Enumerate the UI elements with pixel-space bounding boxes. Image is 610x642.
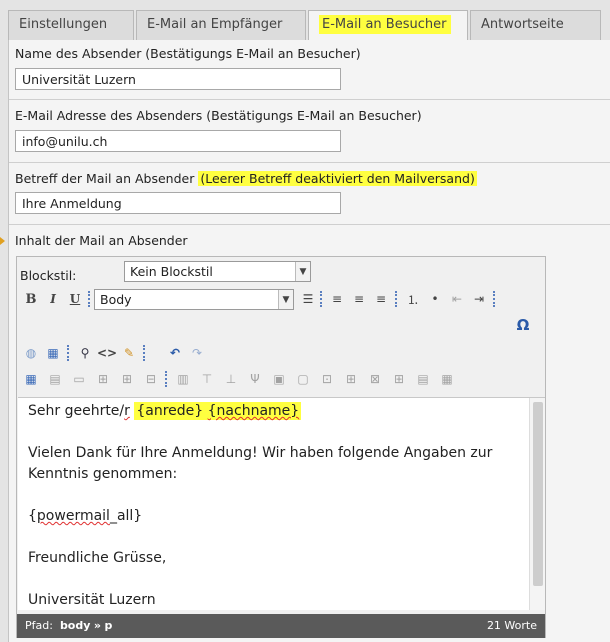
section-subject: Betreff der Mail an Absender (Leerer Bet… (9, 163, 610, 225)
align-left-icon[interactable]: ≡ (327, 289, 347, 309)
underline-button[interactable]: U (65, 289, 85, 309)
subject-label: Betreff der Mail an Absender (Leerer Bet… (15, 171, 477, 186)
unordered-list-icon[interactable]: • (425, 289, 445, 309)
column-icon[interactable]: ▥ (173, 369, 193, 389)
section-sender-name: Name des Absender (Bestätigungs E-Mail a… (9, 40, 610, 100)
editor-line-powermail: {powermail_all} (28, 508, 143, 524)
subject-input[interactable] (15, 192, 341, 214)
tab-email-empfaenger[interactable]: E-Mail an Empfänger (136, 10, 306, 40)
toolbar-row-tools: ◍ ▦ ⚲ <> ✎ ↶ ↷ (17, 341, 545, 367)
row-below-icon[interactable]: ⊞ (117, 369, 137, 389)
cell-merge-icon[interactable]: ▢ (293, 369, 313, 389)
sender-email-label: E-Mail Adresse des Absenders (Bestätigun… (15, 108, 422, 123)
row-delete-icon[interactable]: ⊟ (141, 369, 161, 389)
editor-line-greeting: Sehr geehrte/r {anrede} {nachname} (28, 402, 302, 420)
table-restyle-icon[interactable]: ▦ (437, 369, 457, 389)
cell-merge-down-icon[interactable]: ▤ (413, 369, 433, 389)
source-code-icon[interactable]: <> (97, 343, 117, 363)
body-label: Inhalt der Mail an Absender (15, 233, 188, 248)
sender-name-label: Name des Absender (Bestätigungs E-Mail a… (15, 46, 361, 61)
row-marker-icon (0, 237, 5, 245)
chevron-down-icon: ▼ (278, 290, 293, 309)
sender-email-input[interactable] (15, 130, 341, 152)
section-sender-email: E-Mail Adresse des Absenders (Bestätigun… (9, 100, 610, 163)
sender-name-input[interactable] (15, 68, 341, 90)
rich-text-editor: Blockstil: Kein Blockstil ▼ B I U Body ▼ ☰… (16, 256, 546, 638)
italic-button[interactable]: I (43, 289, 63, 309)
link-icon[interactable]: ◍ (21, 343, 41, 363)
ordered-list-icon[interactable]: ⒈ (403, 289, 423, 309)
column-insert-icon[interactable]: ⊤ (197, 369, 217, 389)
format-select[interactable]: Body ▼ (94, 289, 294, 310)
special-char-icon[interactable]: Ω (513, 315, 533, 335)
editor-line-closing: Freundliche Grüsse, (28, 550, 167, 566)
cell-icon[interactable]: ▣ (269, 369, 289, 389)
clean-format-icon[interactable]: ✎ (119, 343, 139, 363)
row-insert-icon[interactable]: ▭ (69, 369, 89, 389)
toolbar-row-format: B I U Body ▼ ☰ ≡ ≡ ≡ ⒈ • ⇤ ⇥ (17, 287, 545, 313)
tab-einstellungen[interactable]: Einstellungen (8, 10, 134, 40)
undo-icon[interactable]: ↶ (165, 343, 185, 363)
align-center-icon[interactable]: ≡ (349, 289, 369, 309)
toolbar-separator (165, 371, 168, 387)
column-split-icon[interactable]: Ψ (245, 369, 265, 389)
editor-content[interactable]: Sehr geehrte/r {anrede} {nachname} Viele… (18, 397, 545, 610)
toolbar-separator (395, 291, 398, 307)
blockstyle-label: Blockstil: (20, 268, 77, 283)
toolbar-separator (143, 345, 146, 361)
tab-antwortseite[interactable]: Antwortseite (470, 10, 601, 40)
toolbar-row-blockstyle: Blockstil: Kein Blockstil ▼ (17, 259, 545, 285)
cell-merge-right-icon[interactable]: ⊞ (389, 369, 409, 389)
toolbar-row-table: ▦ ▤ ▭ ⊞ ⊞ ⊟ ▥ ⊤ ⊥ Ψ ▣ ▢ ⊡ ⊞ ⊠ ⊞ ▤ ▦ (17, 367, 545, 393)
line-height-icon[interactable]: ☰ (298, 289, 318, 309)
row-above-icon[interactable]: ⊞ (93, 369, 113, 389)
outdent-icon[interactable]: ⇤ (447, 289, 467, 309)
indent-icon[interactable]: ⇥ (469, 289, 489, 309)
toolbar-separator (493, 291, 496, 307)
tab-email-besucher[interactable]: E-Mail an Besucher (308, 10, 468, 41)
path-body[interactable]: body (60, 619, 90, 632)
cell-delete-icon[interactable]: ⊠ (365, 369, 385, 389)
bold-button[interactable]: B (21, 289, 41, 309)
toolbar-separator (67, 345, 70, 361)
subject-hint: (Leerer Betreff deaktiviert den Mailvers… (198, 171, 477, 186)
editor-line-thanks: Vielen Dank für Ihre Anmeldung! Wir habe… (28, 445, 493, 461)
redo-icon[interactable]: ↷ (187, 343, 207, 363)
tab-panel: Name des Absender (Bestätigungs E-Mail a… (8, 40, 610, 642)
cell-insert-icon[interactable]: ⊞ (341, 369, 361, 389)
chevron-down-icon: ▼ (295, 262, 310, 281)
path-p[interactable]: p (105, 619, 113, 632)
word-count: 21 Worte (486, 619, 537, 632)
toolbar-separator (88, 291, 91, 307)
placeholder-highlight: {anrede} {nachname} (134, 402, 302, 420)
tab-bar: Einstellungen E-Mail an Empfänger E-Mail… (0, 0, 610, 41)
align-right-icon[interactable]: ≡ (371, 289, 391, 309)
scrollbar-thumb[interactable] (533, 402, 543, 586)
table-properties-icon[interactable]: ▦ (21, 369, 41, 389)
status-bar: Pfad: body » p 21 Worte (17, 614, 545, 638)
editor-line-signature: Universität Luzern (28, 592, 156, 608)
toolbar-separator (320, 291, 323, 307)
editor-line-kenntnis: Kenntnis genommen: (28, 466, 178, 482)
column-delete-icon[interactable]: ⊥ (221, 369, 241, 389)
blockstyle-select[interactable]: Kein Blockstil ▼ (124, 261, 311, 282)
table-row-icon[interactable]: ▤ (45, 369, 65, 389)
find-icon[interactable]: ⚲ (75, 343, 95, 363)
cell-split-icon[interactable]: ⊡ (317, 369, 337, 389)
table-icon[interactable]: ▦ (43, 343, 63, 363)
editor-scrollbar[interactable] (529, 398, 545, 610)
